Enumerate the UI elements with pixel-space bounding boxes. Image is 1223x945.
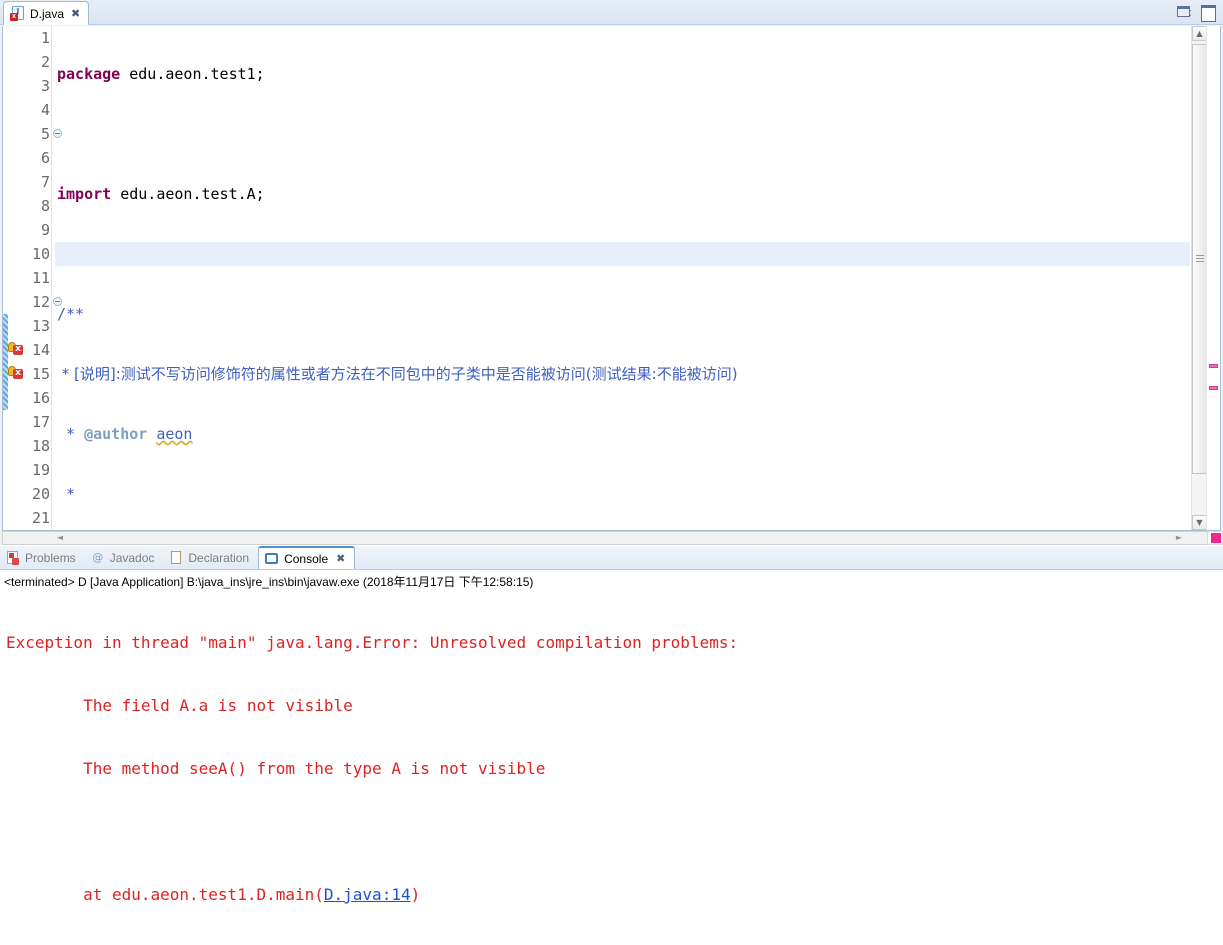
overview-error-mark-1[interactable] — [1209, 364, 1218, 368]
close-icon[interactable]: ✖ — [71, 7, 80, 20]
declaration-icon — [169, 550, 183, 565]
javadoc-star: * — [57, 485, 76, 503]
keyword-package: package — [57, 65, 121, 83]
line-number: 2 — [40, 53, 50, 71]
line-number: 11 — [31, 269, 50, 287]
line-number: 8 — [40, 197, 50, 215]
javadoc-author-name: aeon — [156, 425, 193, 443]
javadoc-description: * [说明]:测试不写访问修饰符的属性或者方法在不同包中的子类中是否能被访问(测… — [57, 365, 738, 383]
error-x-icon: x — [13, 345, 23, 355]
editor-tab-label: D.java — [30, 6, 65, 21]
line-number: 7 — [40, 173, 50, 191]
console-output-line: Exception in thread "main" java.lang.Err… — [6, 633, 748, 652]
javadoc-author-tag: @author — [84, 425, 148, 443]
tab-label: Problems — [25, 550, 76, 565]
editor-vertical-scrollbar[interactable]: ▲ ▼ — [1191, 26, 1207, 530]
line-number: 21 — [31, 509, 50, 527]
tab-javadoc[interactable]: @ Javadoc — [85, 546, 164, 569]
marker-gutter: x x — [8, 26, 24, 530]
console-output-line: The field A.a is not visible — [6, 696, 353, 715]
console-output[interactable]: Exception in thread "main" java.lang.Err… — [0, 592, 1223, 945]
line-number: 18 — [31, 437, 50, 455]
line-number: 15 — [31, 365, 50, 383]
code-line-6: * [说明]:测试不写访问修饰符的属性或者方法在不同包中的子类中是否能被访问(测… — [55, 362, 1190, 386]
scroll-left-icon[interactable]: ◄ — [53, 532, 67, 544]
console-stacktrace-line: at edu.aeon.test1.D.main(D.java:14) — [0, 882, 1223, 907]
code-line-4-current — [55, 242, 1190, 266]
editor-horizontal-scrollbar[interactable]: ◄ ► — [2, 531, 1221, 545]
tab-declaration[interactable]: Declaration — [163, 546, 258, 569]
keyword-import: import — [57, 185, 112, 203]
line-number: 6 — [40, 149, 50, 167]
code-text-area[interactable]: package edu.aeon.test1; import edu.aeon.… — [55, 26, 1190, 530]
editor-window: J x D.java ✖ x x 1 2 3 4 5 6 7 8 9 10 11… — [0, 0, 1223, 545]
tab-console[interactable]: Console ✖ — [258, 546, 356, 569]
code-line-5: /** — [55, 302, 1190, 326]
overview-ruler[interactable] — [1206, 26, 1220, 530]
code-line-8: * — [55, 482, 1190, 506]
maximize-icon[interactable] — [1199, 4, 1216, 22]
line-number: 1 — [40, 29, 50, 47]
overview-error-mark-2[interactable] — [1209, 386, 1218, 390]
line-number: 4 — [40, 101, 50, 119]
line-number: 17 — [31, 413, 50, 431]
close-icon[interactable]: ✖ — [336, 552, 345, 565]
stacktrace-text-end: ) — [410, 885, 421, 904]
line-number: 20 — [31, 485, 50, 503]
stacktrace-source-link[interactable]: D.java:14 — [324, 885, 411, 904]
vertical-scroll-thumb[interactable] — [1192, 44, 1207, 474]
javadoc-star: * — [57, 425, 85, 443]
scroll-down-icon[interactable]: ▼ — [1192, 515, 1207, 530]
scroll-right-icon[interactable]: ► — [1172, 532, 1186, 544]
console-icon — [265, 552, 279, 566]
line-number: 12 — [31, 293, 50, 311]
error-marker-line-15[interactable]: x — [8, 364, 24, 380]
window-controls — [1175, 4, 1216, 22]
import-name: edu.aeon.test.A; — [111, 185, 265, 203]
minimize-icon[interactable] — [1175, 4, 1191, 19]
code-line-3: import edu.aeon.test.A; — [55, 182, 1190, 206]
package-name: edu.aeon.test1; — [120, 65, 265, 83]
javadoc-icon: @ — [92, 550, 104, 564]
line-number: 10 — [31, 245, 50, 263]
scroll-up-icon[interactable]: ▲ — [1192, 26, 1207, 41]
line-number: 16 — [31, 389, 50, 407]
code-line-7: * @author aeon — [55, 422, 1190, 446]
stacktrace-text: at edu.aeon.test1.D.main( — [6, 885, 324, 904]
line-number: 13 — [31, 317, 50, 335]
javadoc-open: /** — [57, 305, 85, 323]
line-number: 19 — [31, 461, 50, 479]
tab-label: Javadoc — [109, 550, 155, 565]
line-number-ruler: 1 2 3 4 5 6 7 8 9 10 11 12 13 14 15 16 1… — [24, 26, 50, 530]
code-line-1: package edu.aeon.test1; — [55, 62, 1190, 86]
error-x-icon: x — [13, 369, 23, 379]
editor-tab-d-java[interactable]: J x D.java ✖ — [3, 1, 90, 25]
launch-configuration-info: <terminated> D [Java Application] B:\jav… — [4, 575, 534, 589]
bottom-panel: Problems @ Javadoc Declaration Console ✖… — [0, 546, 1223, 904]
console-output-line: The method seeA() from the type A is not… — [6, 759, 546, 778]
editor-tab-strip: J x D.java ✖ — [0, 0, 1223, 25]
error-marker-line-14[interactable]: x — [8, 340, 24, 356]
line-number: 9 — [40, 221, 50, 239]
java-file-error-icon: J x — [10, 6, 25, 21]
line-number: 5 — [40, 125, 50, 143]
editor-body: x x 1 2 3 4 5 6 7 8 9 10 11 12 13 14 15 … — [2, 26, 1221, 531]
problems-icon — [6, 550, 20, 565]
line-number: 3 — [40, 77, 50, 95]
line-number: 14 — [31, 341, 50, 359]
overview-ruler-status-marker[interactable] — [1211, 533, 1221, 543]
bottom-panel-tab-strip: Problems @ Javadoc Declaration Console ✖ — [0, 546, 1223, 570]
tab-label: Console — [284, 551, 329, 566]
tab-label: Declaration — [188, 550, 250, 565]
tab-problems[interactable]: Problems — [0, 546, 85, 569]
